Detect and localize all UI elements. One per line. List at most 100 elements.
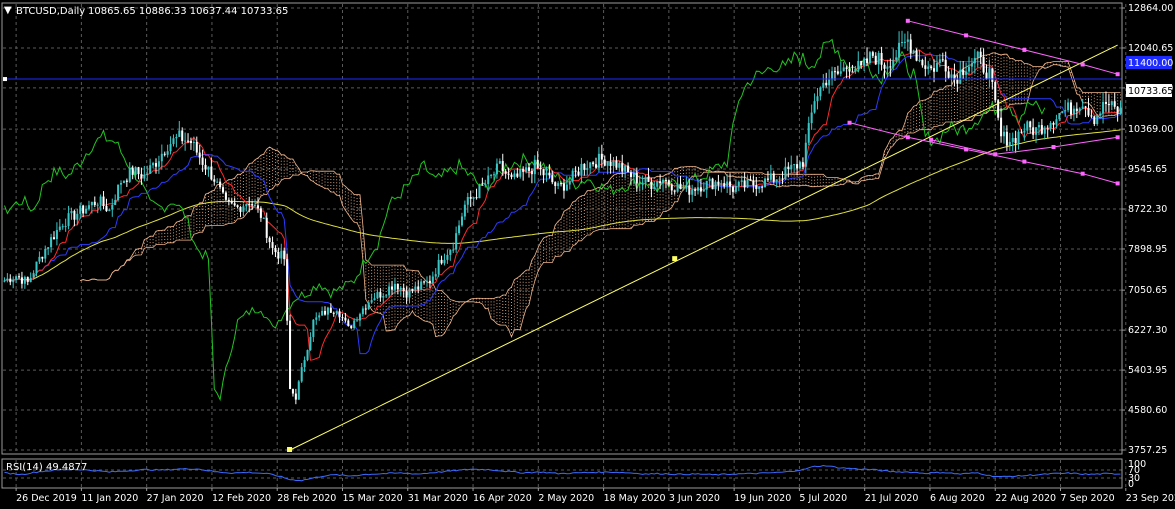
candle-body [842,67,845,72]
candle-body [536,159,539,169]
candle-body [420,281,423,290]
candle-body [96,204,99,206]
candle-body [688,185,691,195]
candle-body [708,178,711,181]
candle-body [382,296,385,298]
candle-body [475,197,478,199]
candle-body [676,183,679,192]
candle-body [405,291,408,298]
candle-body [618,163,621,168]
candle-body [280,250,283,259]
candle-body [737,181,740,186]
candle-body [775,179,778,182]
candle-body [656,181,659,187]
candle-body [166,151,169,155]
candle-body [662,179,665,184]
candle-body [603,159,606,166]
candle-body [367,302,370,310]
candle-body [411,288,414,291]
candle-body [1075,108,1078,112]
candle-body [6,278,9,281]
candle-body [1058,113,1061,120]
candle-body [1011,138,1014,142]
candle-body [236,205,239,207]
candle-body [47,247,50,249]
candle-body [329,307,332,313]
candle-body [73,210,76,220]
candle-body [268,237,271,243]
candle-body [93,201,96,206]
candle-body [463,204,466,217]
candle-body [478,184,481,199]
candle-body [720,183,723,185]
candle-body [256,205,260,209]
candle-body [181,130,184,142]
candle-body [967,66,971,72]
candle-body [1052,122,1055,125]
rsi-header: RSI(14) 49.4877 [6,462,87,473]
date-tick-label: 23 Sep 2020 [1126,493,1175,504]
price-tick-label: 9545.65 [1128,164,1167,175]
price-tick-label: 8722.30 [1128,204,1167,215]
candle-body [895,57,898,60]
candle-body [79,205,82,214]
candle-body [230,201,233,204]
candle-body [557,183,560,186]
candle-body [764,178,767,188]
channel-point [1080,62,1085,67]
candle-body [565,184,568,191]
date-tick-label: 12 Feb 2020 [212,493,271,504]
hline-value-marker: 11400.00 [1126,56,1173,69]
candle-body [248,204,251,206]
candle-body [933,68,936,72]
candle-body [1107,103,1110,106]
candle-body [297,381,300,400]
chart-canvas: 12864.0012040.6511217.3010369.009545.658… [0,0,1175,509]
candle-body [615,160,618,168]
candle-body [449,249,452,255]
candle-body [804,142,807,167]
candle-body [119,182,123,185]
candle-body [189,141,192,144]
candle-body [729,181,732,187]
candle-body [545,172,548,176]
candle-body [134,167,137,175]
candle-body [513,173,516,178]
candle-body [146,173,149,175]
price-tick-label: 12864.00 [1128,3,1173,14]
candle-body [487,175,490,185]
candle-body [117,184,120,201]
candle-body [644,176,647,183]
candle-body [242,206,245,212]
candle-body [1096,115,1099,125]
candle-body [938,59,941,64]
candle-body [417,286,420,290]
candle-body [105,205,108,212]
candle-body [428,280,431,283]
candle-body [3,280,6,282]
candle-body [90,201,93,206]
candle-body [309,336,312,351]
candle-body [169,144,172,152]
candle-body [577,171,580,175]
date-tick-label: 21 Jul 2020 [865,493,919,504]
candle-body [761,186,764,188]
trend-anchor-start [287,447,293,452]
candle-body [504,171,507,174]
candle-body [219,181,222,188]
candle-body [583,163,586,170]
candle-body [589,162,592,169]
candle-body [1029,121,1032,128]
hline-anchor [3,77,7,82]
candle-body [294,393,297,400]
candle-body [988,68,991,79]
candle-body [871,52,874,56]
candle-body [1040,125,1043,134]
candle-body [216,181,219,183]
candle-body [924,65,927,69]
candle-body [160,153,163,162]
price-tick-label: 5403.95 [1128,365,1167,376]
candle-body [542,169,545,176]
current-price-label: 10733.65 [1128,86,1173,97]
candle-body [1072,108,1075,115]
